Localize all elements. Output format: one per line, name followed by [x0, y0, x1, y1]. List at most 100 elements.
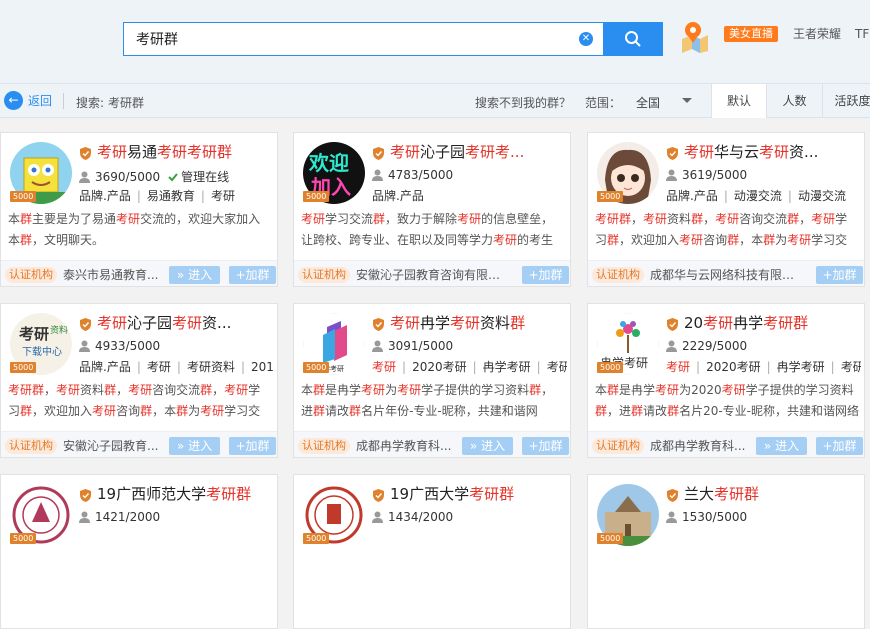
tag[interactable]: 品牌.产品	[666, 188, 718, 204]
card-footer: 认证机构 成都冉学教育科... » 进入 +加群	[588, 431, 864, 457]
back-label: 返回	[28, 94, 53, 108]
enter-button[interactable]: » 进入	[169, 437, 220, 455]
back-arrow-icon: ←	[4, 91, 23, 110]
group-description: 本群主要是为了易通考研交流的，欢迎大家加入本群，文明聊天。	[8, 212, 261, 247]
search-icon	[625, 31, 641, 47]
group-card[interactable]: 5000 19广西师范大学考研群 1421/2000	[0, 474, 278, 629]
live-badge[interactable]: 美女直播	[724, 26, 778, 42]
tag[interactable]: 品牌.产品	[79, 359, 131, 375]
group-description: 考研群，考研资料群，考研咨询交流群，考研学习群，欢迎加入考研咨询群，本群为考研学…	[8, 383, 261, 418]
not-found-link[interactable]: 搜索不到我的群？	[475, 94, 571, 111]
group-card[interactable]: 5000 兰大考研群 1530/5000	[587, 474, 865, 629]
group-card[interactable]: 考研 资料 下载中心 5000 考研沁子园考研资... 4933/5000 品牌.产品 | 考研…	[0, 303, 278, 458]
filter-bar: ← 返回 搜索: 考研群 搜索不到我的群？ 范围： 全国 默认 人数 活跃度	[0, 84, 870, 118]
map-pin-icon[interactable]	[680, 19, 710, 53]
join-group-button[interactable]: +加群	[816, 437, 863, 455]
chevron-down-icon[interactable]	[682, 98, 692, 103]
tag[interactable]: 考研	[147, 359, 171, 375]
tag[interactable]: 2020考研	[412, 359, 467, 375]
member-count: 2229/5000	[666, 339, 747, 353]
members-icon	[372, 169, 383, 181]
group-title[interactable]: 考研沁子园考研资...	[97, 313, 272, 333]
join-group-button[interactable]: +加群	[229, 266, 276, 284]
group-description: 本群是冉学考研为2020考研学子提供的学习资料群，进群请改群名片20-专业-昵称…	[595, 383, 859, 418]
member-count: 4933/5000	[79, 339, 160, 353]
search-button[interactable]	[603, 22, 663, 56]
top-bar: ✕ 美女直播 王者荣耀 TFB	[0, 0, 870, 84]
tag[interactable]: 考研	[211, 188, 235, 204]
tab-activity[interactable]: 活跃度	[822, 84, 870, 118]
search-input[interactable]	[136, 23, 566, 55]
enter-button[interactable]: » 进入	[169, 266, 220, 284]
members-icon	[666, 511, 677, 523]
enter-button[interactable]: » 进入	[756, 437, 807, 455]
tag[interactable]: 考研...	[547, 359, 567, 375]
organization-name: 成都冉学教育科...	[650, 439, 746, 453]
group-card[interactable]: 5000 考研易通考研考研群 3690/5000 管理在线 品牌.产品 | 易通教育 | 考研本…	[0, 132, 278, 287]
group-title[interactable]: 考研沁子园考研考...	[390, 142, 565, 162]
group-title[interactable]: 考研易通考研考研群	[97, 142, 272, 162]
group-card[interactable]: 5000 19广西大学考研群 1434/2000	[293, 474, 571, 629]
tag[interactable]: 考研	[666, 359, 690, 375]
group-title[interactable]: 考研冉学考研资料群	[390, 313, 565, 333]
group-tags: 考研|2020考研|冉学考研|考研...	[372, 359, 567, 375]
tag[interactable]: 品牌.产品	[372, 188, 424, 204]
group-card[interactable]: 冉学考研 5000 考研冉学考研资料群 3091/5000 考研 | 2020考研 | 冉学考研…	[293, 303, 571, 458]
organization-name: 泰兴市易通教育...	[63, 268, 159, 282]
member-count: 1421/2000	[79, 510, 160, 524]
group-title[interactable]: 考研华与云考研资...	[684, 142, 859, 162]
level-badge: 5000	[303, 191, 330, 202]
tab-default[interactable]: 默认	[711, 84, 766, 118]
group-title[interactable]: 兰大考研群	[684, 484, 859, 504]
svg-text:考研: 考研	[19, 325, 49, 343]
certified-badge: 认证机构	[298, 438, 350, 454]
level-badge: 5000	[597, 362, 624, 373]
tag[interactable]: 品牌.产品	[79, 188, 131, 204]
level-badge: 5000	[597, 533, 624, 544]
members-icon	[79, 340, 90, 352]
members-icon	[79, 171, 90, 183]
top-link-tfb[interactable]: TFB	[855, 26, 870, 42]
search-box[interactable]: ✕	[123, 22, 603, 56]
tab-members[interactable]: 人数	[766, 84, 822, 118]
member-count: 4783/5000	[372, 168, 453, 182]
join-group-button[interactable]: +加群	[229, 437, 276, 455]
card-footer: 认证机构 泰兴市易通教育... » 进入 +加群	[1, 260, 277, 286]
members-icon	[666, 169, 677, 181]
member-count: 3619/5000	[666, 168, 747, 182]
tag[interactable]: 考研	[372, 359, 396, 375]
group-card[interactable]: 冉学考研 5000 20考研冉学考研群 2229/5000 考研 | 2020考研 | 冉学考研…	[587, 303, 865, 458]
tag[interactable]: 考研资料	[187, 359, 235, 375]
join-group-button[interactable]: +加群	[522, 266, 569, 284]
level-badge: 5000	[303, 533, 330, 544]
group-card[interactable]: 5000 考研华与云考研资... 3619/5000 品牌.产品 | 动漫交流 | 动漫交流考…	[587, 132, 865, 287]
tag[interactable]: 考研...	[841, 359, 861, 375]
verified-shield-icon	[667, 318, 678, 331]
group-tags: 品牌.产品 | 易通教育 | 考研	[79, 188, 235, 204]
clear-icon[interactable]: ✕	[579, 32, 593, 46]
join-group-button[interactable]: +加群	[522, 437, 569, 455]
tag[interactable]: 冉学考研	[777, 359, 825, 375]
range-select[interactable]: 全国	[636, 94, 660, 111]
card-footer: 认证机构 成都冉学教育科... » 进入 +加群	[294, 431, 570, 457]
card-footer: 认证机构 安徽沁子园教育咨询有限公司 +加群	[294, 260, 570, 286]
certified-badge: 认证机构	[298, 267, 350, 283]
admin-online: 管理在线	[168, 168, 229, 185]
group-title[interactable]: 19广西师范大学考研群	[97, 484, 272, 504]
level-badge: 5000	[10, 533, 37, 544]
back-button[interactable]: ← 返回	[4, 91, 52, 110]
tag[interactable]: 动漫交流	[798, 188, 846, 204]
tag[interactable]: 冉学考研	[483, 359, 531, 375]
join-group-button[interactable]: +加群	[816, 266, 863, 284]
group-title[interactable]: 19广西大学考研群	[390, 484, 565, 504]
group-title[interactable]: 20考研冉学考研群	[684, 313, 859, 333]
top-link-game[interactable]: 王者荣耀	[793, 26, 841, 42]
tag[interactable]: 易通教育	[147, 188, 195, 204]
tag[interactable]: 动漫交流	[734, 188, 782, 204]
certified-badge: 认证机构	[592, 267, 644, 283]
tag[interactable]: 2019...	[251, 359, 274, 375]
group-card[interactable]: 欢迎 加入 5000 考研沁子园考研考... 4783/5000 品牌.产品 考研学习交流群…	[293, 132, 571, 287]
tag[interactable]: 2020考研	[706, 359, 761, 375]
enter-button[interactable]: » 进入	[462, 437, 513, 455]
svg-text:下载中心: 下载中心	[22, 345, 62, 358]
